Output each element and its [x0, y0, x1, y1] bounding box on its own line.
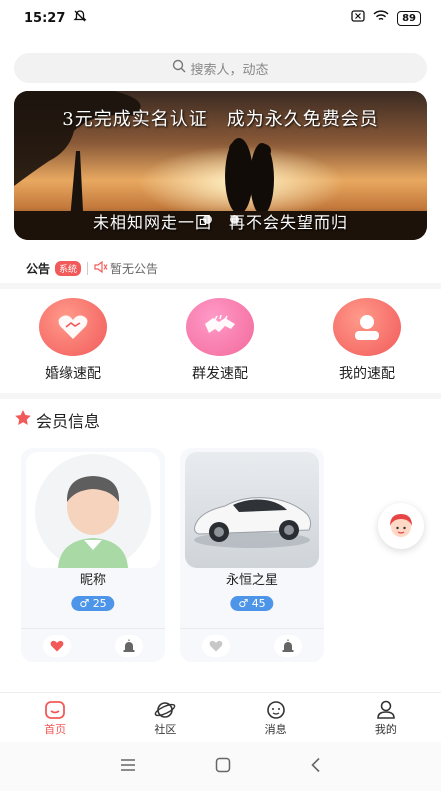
chat-icon [266, 701, 285, 719]
quick-action-my-match[interactable]: 我的速配 [317, 298, 417, 383]
planet-icon [155, 702, 176, 718]
male-icon: ♂ [238, 597, 249, 610]
handshake-icon [186, 298, 254, 356]
tab-messages[interactable]: 消息 [221, 693, 331, 742]
system-navigation-bar [0, 742, 441, 791]
bottom-tab-bar: 首页 社区 消息 我的 [0, 692, 441, 742]
quick-action-label: 群发速配 [192, 366, 248, 382]
status-time: 15:27 [24, 10, 66, 26]
tab-label: 社区 [154, 723, 177, 736]
member-card[interactable]: 永恒之星 ♂ 45 [180, 448, 324, 662]
like-button[interactable] [43, 634, 71, 657]
heart-handshake-icon [39, 298, 107, 356]
section-title-text: 会员信息 [36, 412, 101, 431]
bell-icon [123, 639, 135, 652]
member-age: 25 [92, 597, 107, 610]
member-name: 永恒之星 [225, 573, 278, 588]
notice-bar[interactable]: 公告 系统 暂无公告 [26, 258, 158, 278]
sports-car-image [194, 497, 312, 548]
star-icon [14, 409, 32, 431]
user-icon [333, 298, 401, 356]
profile-icon [377, 700, 395, 719]
greet-button[interactable] [115, 634, 143, 657]
status-bar: 15:27 89 [0, 0, 441, 36]
member-info-heading: 会员信息 [14, 408, 100, 432]
greet-button[interactable] [274, 634, 302, 657]
section-divider [0, 283, 441, 289]
member-avatar [26, 452, 160, 568]
heart-icon [50, 640, 64, 651]
member-name: 昵称 [79, 573, 106, 588]
wifi-icon [373, 10, 389, 26]
default-avatar-icon [35, 454, 151, 568]
member-age: 45 [251, 597, 266, 610]
notice-divider [87, 261, 89, 275]
promo-banner[interactable]: 3元完成实名认证 成为永久免费会员 未相知网走一回 再不会失望而归 [14, 91, 427, 240]
tab-community[interactable]: 社区 [110, 693, 220, 742]
member-actions [21, 628, 165, 662]
male-icon: ♂ [79, 597, 90, 610]
member-age-badge: ♂ 45 [230, 596, 274, 611]
carousel-dot[interactable] [202, 215, 212, 224]
home-square-icon[interactable] [215, 757, 231, 777]
tab-label: 首页 [44, 723, 67, 736]
quick-action-label: 婚缘速配 [45, 366, 101, 382]
quick-action-marriage-match[interactable]: 婚缘速配 [23, 298, 123, 383]
battery-indicator: 89 [397, 10, 421, 26]
customer-service-avatar-icon [390, 514, 412, 537]
floating-service-button[interactable] [378, 503, 424, 549]
status-indicators: 89 [351, 10, 421, 26]
notice-badge: 系统 [55, 260, 82, 276]
mute-bell-icon [73, 9, 87, 27]
member-age-badge: ♂ 25 [71, 596, 115, 611]
quick-action-group-match[interactable]: 群发速配 [170, 298, 270, 383]
sim-icon [351, 10, 365, 26]
section-divider [0, 393, 441, 399]
home-icon [45, 701, 66, 719]
tab-profile[interactable]: 我的 [331, 693, 441, 742]
like-button[interactable] [202, 634, 230, 657]
banner-headline: 3元完成实名认证 成为永久免费会员 [62, 109, 379, 130]
quick-action-label: 我的速配 [339, 366, 395, 382]
member-card[interactable]: 昵称 ♂ 25 [21, 448, 165, 662]
member-actions [180, 628, 324, 662]
speaker-icon [94, 260, 108, 276]
search-icon [172, 59, 186, 77]
search-placeholder: 搜索人，动态 [190, 62, 269, 78]
notice-title: 公告 [26, 261, 51, 276]
tab-home[interactable]: 首页 [0, 693, 110, 742]
notice-text: 暂无公告 [110, 261, 159, 276]
carousel-dot[interactable] [229, 215, 239, 224]
tab-label: 我的 [374, 723, 397, 736]
tab-label: 消息 [264, 723, 287, 736]
carousel-dots [14, 215, 427, 224]
bell-icon [282, 639, 294, 652]
back-chevron-icon[interactable] [310, 757, 322, 777]
menu-icon[interactable] [120, 757, 136, 776]
heart-icon [209, 640, 223, 651]
search-input[interactable]: 搜索人，动态 [14, 53, 427, 83]
member-avatar [185, 452, 319, 568]
